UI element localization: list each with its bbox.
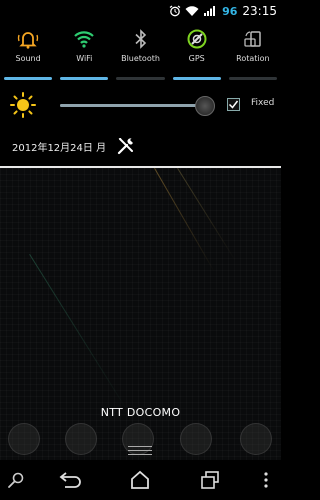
- toggle-rotation-indicator: [228, 77, 278, 80]
- toggle-wifi[interactable]: WiFi: [56, 22, 112, 84]
- home-button[interactable]: [126, 466, 154, 494]
- gps-icon: [185, 28, 209, 50]
- status-bar: 96 23:15: [0, 0, 281, 22]
- signal-icon: [202, 4, 216, 18]
- dock-app-icon: [8, 423, 40, 455]
- dock-mail-icon: [240, 423, 272, 455]
- toggle-bluetooth-label: Bluetooth: [121, 54, 160, 63]
- alarm-clock-icon: [168, 4, 182, 18]
- recent-apps-button[interactable]: [196, 466, 224, 494]
- wifi-icon: [72, 28, 96, 50]
- brightness-slider-thumb[interactable]: [194, 96, 215, 116]
- brightness-slider[interactable]: [60, 96, 215, 116]
- toggle-bluetooth-indicator: [116, 77, 165, 80]
- toggle-rotation-label: Rotation: [236, 54, 270, 63]
- toggle-sound[interactable]: Sound: [0, 22, 56, 84]
- settings-tools-icon[interactable]: [116, 136, 136, 156]
- search-icon[interactable]: [2, 466, 30, 494]
- battery-level: 96: [222, 4, 238, 18]
- toggle-gps-label: GPS: [188, 54, 205, 63]
- date-text: 2012年12月24日 月: [12, 142, 107, 154]
- wallpaper-streak: [29, 254, 131, 416]
- wallpaper-streak: [154, 168, 215, 273]
- toggle-wifi-indicator: [60, 77, 109, 80]
- toggle-gps-indicator: [172, 77, 221, 80]
- menu-overflow-icon[interactable]: [252, 466, 280, 494]
- toggle-rotation[interactable]: Rotation: [225, 22, 281, 84]
- brightness-row: Fixed: [0, 86, 281, 124]
- checkmark-icon: [228, 100, 239, 109]
- brightness-slider-fill: [60, 104, 204, 107]
- carrier-label: NTT DOCOMO: [100, 406, 181, 419]
- dock-browser-icon: [180, 423, 212, 455]
- rotation-icon: [241, 28, 265, 50]
- dock-phone-icon: [65, 423, 97, 455]
- date-row: 2012年12月24日 月: [0, 126, 281, 166]
- bell-icon: [16, 28, 40, 50]
- toggle-wifi-label: WiFi: [76, 54, 93, 63]
- clock: 23:15: [242, 4, 277, 18]
- brightness-sun-icon: [9, 91, 37, 119]
- toggle-bluetooth[interactable]: Bluetooth: [112, 22, 168, 84]
- drag-handle[interactable]: [128, 446, 152, 458]
- toggle-gps[interactable]: GPS: [169, 22, 225, 84]
- quick-settings-row: Sound WiFi Bluetooth GPS Rotation: [0, 22, 281, 84]
- bluetooth-icon: [129, 28, 153, 50]
- wallpaper-streak: [177, 168, 237, 262]
- toggle-sound-indicator: [4, 77, 53, 80]
- fixed-checkbox[interactable]: [227, 98, 240, 111]
- back-button[interactable]: [57, 466, 85, 494]
- fixed-label: Fixed: [251, 98, 275, 108]
- wifi-icon: [185, 4, 199, 18]
- toggle-sound-label: Sound: [15, 54, 41, 63]
- navigation-bar: [0, 460, 281, 500]
